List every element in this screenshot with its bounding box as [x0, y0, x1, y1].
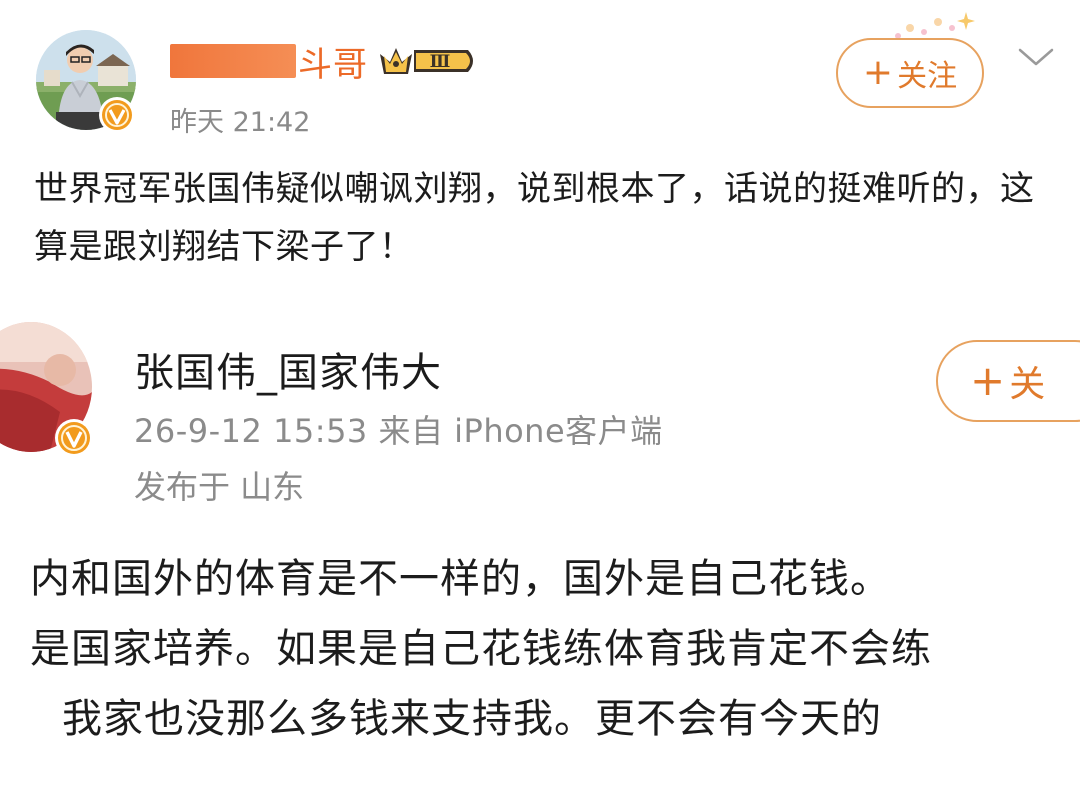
chevron-down-icon[interactable] [1016, 44, 1056, 70]
verified-badge-icon [99, 97, 135, 133]
author-name-text: 斗哥 [298, 44, 368, 85]
post-text: 世界冠军张国伟疑似嘲讽刘翔，说到根本了，话说的挺难听的，这算是跟刘翔结下梁子了！ [34, 169, 1035, 267]
plus-icon: + [862, 52, 894, 93]
sparkle-decoration-icon [895, 12, 975, 39]
follow-button[interactable]: + 关注 [836, 38, 984, 108]
redacted-name-mask [170, 44, 296, 78]
quoted-post-meta: 26-9-12 15:53 来自 iPhone客户端 [134, 412, 663, 450]
verified-badge-icon [55, 419, 93, 457]
level-badge-text: Ⅲ [430, 52, 451, 72]
weibo-post: 斗哥 Ⅲ 昨天 21:42 + 关注 世界冠军张国伟疑似嘲讽刘翔，说到根本了，话… [0, 0, 1080, 300]
crown-level-badge-icon[interactable]: Ⅲ [376, 40, 480, 82]
follow-button-label: 关注 [897, 59, 958, 94]
quoted-text-line: 是国家培养。如果是自己花钱练体育我肯定不会练 [30, 626, 932, 672]
follow-button-label: 关 [1009, 364, 1046, 405]
author-name[interactable]: 斗哥 [170, 36, 368, 86]
plus-icon: + [970, 356, 1006, 405]
quoted-text-line: 我家也没那么多钱来支持我。更不会有今天的 [62, 696, 882, 742]
quoted-post: 张国伟_国家伟大 26-9-12 15:53 来自 iPhone客户端 发布于 … [0, 300, 1080, 792]
quoted-post-location: 发布于 山东 [134, 468, 305, 506]
quoted-text-line: 内和国外的体育是不一样的，国外是自己花钱。 [30, 556, 891, 602]
quoted-follow-button[interactable]: + 关 [936, 340, 1080, 422]
quoted-author-name[interactable]: 张国伟_国家伟大 [134, 340, 442, 398]
quoted-post-text: 内和国外的体育是不一样的，国外是自己花钱。 是国家培养。如果是自己花钱练体育我肯… [30, 544, 1080, 754]
post-timestamp: 昨天 21:42 [170, 107, 311, 138]
